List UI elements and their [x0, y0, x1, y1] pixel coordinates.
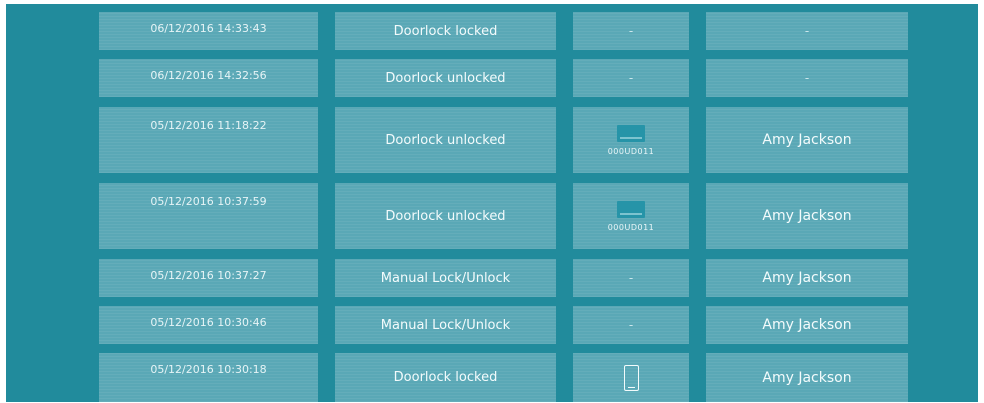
- card-id: 000UD011: [607, 146, 655, 156]
- device-empty: -: [628, 71, 634, 85]
- log-event: Doorlock unlocked: [335, 59, 556, 97]
- log-row[interactable]: 06/12/2016 14:33:43 Doorlock locked - -: [6, 12, 978, 50]
- log-device: 000UD011: [573, 107, 689, 173]
- log-event: Manual Lock/Unlock: [335, 306, 556, 344]
- log-datetime: 05/12/2016 10:37:27: [99, 259, 318, 297]
- log-row[interactable]: 05/12/2016 10:37:59 Doorlock unlocked 00…: [6, 183, 978, 249]
- log-user: Amy Jackson: [706, 259, 908, 297]
- log-event: Doorlock unlocked: [335, 183, 556, 249]
- device-empty: -: [628, 318, 634, 332]
- device-empty: -: [628, 24, 634, 38]
- card-id: 000UD011: [607, 222, 655, 232]
- log-user: Amy Jackson: [706, 353, 908, 402]
- log-device: -: [573, 12, 689, 50]
- log-datetime: 05/12/2016 10:30:18: [99, 353, 318, 402]
- phone-icon: [623, 364, 639, 391]
- card-icon: [617, 200, 645, 218]
- log-device: -: [573, 59, 689, 97]
- log-datetime: 06/12/2016 14:33:43: [99, 12, 318, 50]
- log-row[interactable]: 05/12/2016 11:18:22 Doorlock unlocked 00…: [6, 107, 978, 173]
- log-user: -: [706, 59, 908, 97]
- log-event: Doorlock locked: [335, 353, 556, 402]
- log-event: Manual Lock/Unlock: [335, 259, 556, 297]
- log-user: -: [706, 12, 908, 50]
- device-empty: -: [628, 271, 634, 285]
- access-log-table: 06/12/2016 14:33:43 Doorlock locked - - …: [6, 4, 978, 402]
- log-device: [573, 353, 689, 402]
- log-event: Doorlock unlocked: [335, 107, 556, 173]
- log-user: Amy Jackson: [706, 183, 908, 249]
- log-row[interactable]: 05/12/2016 10:30:18 Doorlock locked Amy …: [6, 353, 978, 402]
- log-datetime: 05/12/2016 10:37:59: [99, 183, 318, 249]
- log-datetime: 05/12/2016 10:30:46: [99, 306, 318, 344]
- log-device: 000UD011: [573, 183, 689, 249]
- log-device: -: [573, 259, 689, 297]
- log-row[interactable]: 06/12/2016 14:32:56 Doorlock unlocked - …: [6, 59, 978, 97]
- log-user: Amy Jackson: [706, 107, 908, 173]
- log-datetime: 06/12/2016 14:32:56: [99, 59, 318, 97]
- log-user: Amy Jackson: [706, 306, 908, 344]
- log-event: Doorlock locked: [335, 12, 556, 50]
- log-row[interactable]: 05/12/2016 10:37:27 Manual Lock/Unlock -…: [6, 259, 978, 297]
- card-icon: [617, 124, 645, 142]
- log-row[interactable]: 05/12/2016 10:30:46 Manual Lock/Unlock -…: [6, 306, 978, 344]
- log-datetime: 05/12/2016 11:18:22: [99, 107, 318, 173]
- log-device: -: [573, 306, 689, 344]
